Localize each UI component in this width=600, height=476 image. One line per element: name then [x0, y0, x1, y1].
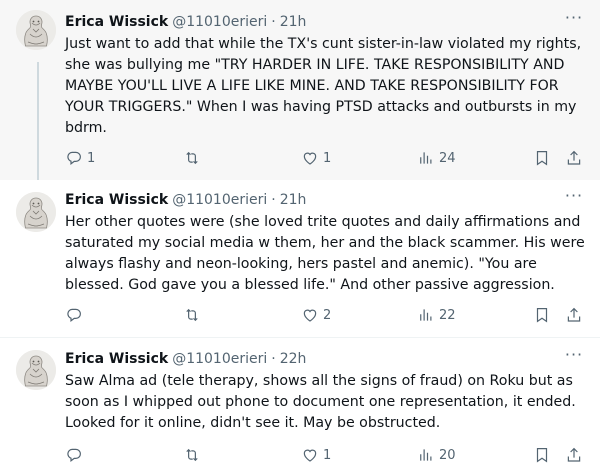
bookmark-button[interactable]: [533, 445, 551, 465]
views-icon: [417, 306, 435, 324]
timestamp[interactable]: 21h: [280, 14, 307, 30]
user-name[interactable]: Erica Wissick: [65, 192, 168, 208]
reply-button[interactable]: [65, 445, 87, 465]
bookmark-icon: [533, 149, 551, 167]
repost-button[interactable]: [183, 305, 205, 325]
tweet-actions: 1 1 24: [65, 148, 588, 168]
share-icon: [565, 446, 583, 464]
share-icon: [565, 149, 583, 167]
bookmark-icon: [533, 446, 551, 464]
timestamp[interactable]: 22h: [280, 351, 307, 367]
repost-icon: [183, 446, 201, 464]
like-icon: [301, 149, 319, 167]
tweet-text: Just want to add that while the TX's cun…: [65, 36, 582, 136]
like-count: 1: [323, 447, 332, 463]
like-button[interactable]: 2: [301, 305, 331, 325]
user-handle[interactable]: @11010erieri: [172, 192, 267, 208]
repost-button[interactable]: [183, 445, 205, 465]
bookmark-button[interactable]: [533, 148, 551, 168]
like-button[interactable]: 1: [301, 148, 331, 168]
more-icon[interactable]: ···: [564, 10, 584, 32]
tweet-text: Saw Alma ad (tele therapy, shows all the…: [65, 373, 576, 431]
views-button[interactable]: 24: [417, 148, 456, 168]
tweet-header: Erica Wissick @11010erieri · 21h: [65, 190, 588, 210]
like-icon: [301, 306, 319, 324]
share-icon: [565, 306, 583, 324]
tweet-actions: 1 20: [65, 445, 588, 465]
reply-button[interactable]: 1: [65, 148, 95, 168]
user-name[interactable]: Erica Wissick: [65, 14, 168, 30]
reply-icon: [65, 149, 83, 167]
views-icon: [417, 149, 435, 167]
thread-line: [37, 62, 39, 180]
views-icon: [417, 446, 435, 464]
views-button[interactable]: 22: [417, 305, 456, 325]
reply-icon: [65, 306, 83, 324]
user-name[interactable]: Erica Wissick: [65, 351, 168, 367]
bookmark-icon: [533, 306, 551, 324]
views-button[interactable]: 20: [417, 445, 456, 465]
repost-button[interactable]: [183, 148, 205, 168]
reply-count: 1: [87, 150, 96, 166]
reply-button[interactable]: [65, 305, 87, 325]
tweet-header: Erica Wissick @11010erieri · 21h: [65, 12, 588, 32]
share-button[interactable]: [565, 148, 583, 168]
timestamp[interactable]: 21h: [280, 192, 307, 208]
more-icon[interactable]: ···: [564, 347, 584, 369]
reply-icon: [65, 446, 83, 464]
repost-icon: [183, 306, 201, 324]
tweet-header: Erica Wissick @11010erieri · 22h: [65, 349, 588, 369]
more-icon[interactable]: ···: [564, 188, 584, 210]
bookmark-button[interactable]: [533, 305, 551, 325]
like-button[interactable]: 1: [301, 445, 331, 465]
tweet[interactable]: Erica Wissick @11010erieri · 21h ··· Her…: [0, 180, 600, 338]
repost-icon: [183, 149, 201, 167]
share-button[interactable]: [565, 445, 583, 465]
avatar[interactable]: [16, 350, 56, 390]
tweet[interactable]: Erica Wissick @11010erieri · 21h ··· Jus…: [0, 0, 600, 180]
tweet-text: Her other quotes were (she loved trite q…: [65, 214, 585, 293]
like-count: 2: [323, 307, 332, 323]
user-handle[interactable]: @11010erieri: [172, 351, 267, 367]
like-count: 1: [323, 150, 332, 166]
views-count: 22: [439, 307, 456, 323]
separator-dot: ·: [271, 14, 276, 30]
views-count: 20: [439, 447, 456, 463]
tweet-actions: 2 22: [65, 305, 588, 325]
tweet[interactable]: Erica Wissick @11010erieri · 22h ··· Saw…: [0, 338, 600, 476]
views-count: 24: [439, 150, 456, 166]
separator-dot: ·: [271, 192, 276, 208]
user-handle[interactable]: @11010erieri: [172, 14, 267, 30]
avatar[interactable]: [16, 192, 56, 232]
share-button[interactable]: [565, 305, 583, 325]
avatar[interactable]: [16, 10, 56, 50]
separator-dot: ·: [271, 351, 276, 367]
like-icon: [301, 446, 319, 464]
